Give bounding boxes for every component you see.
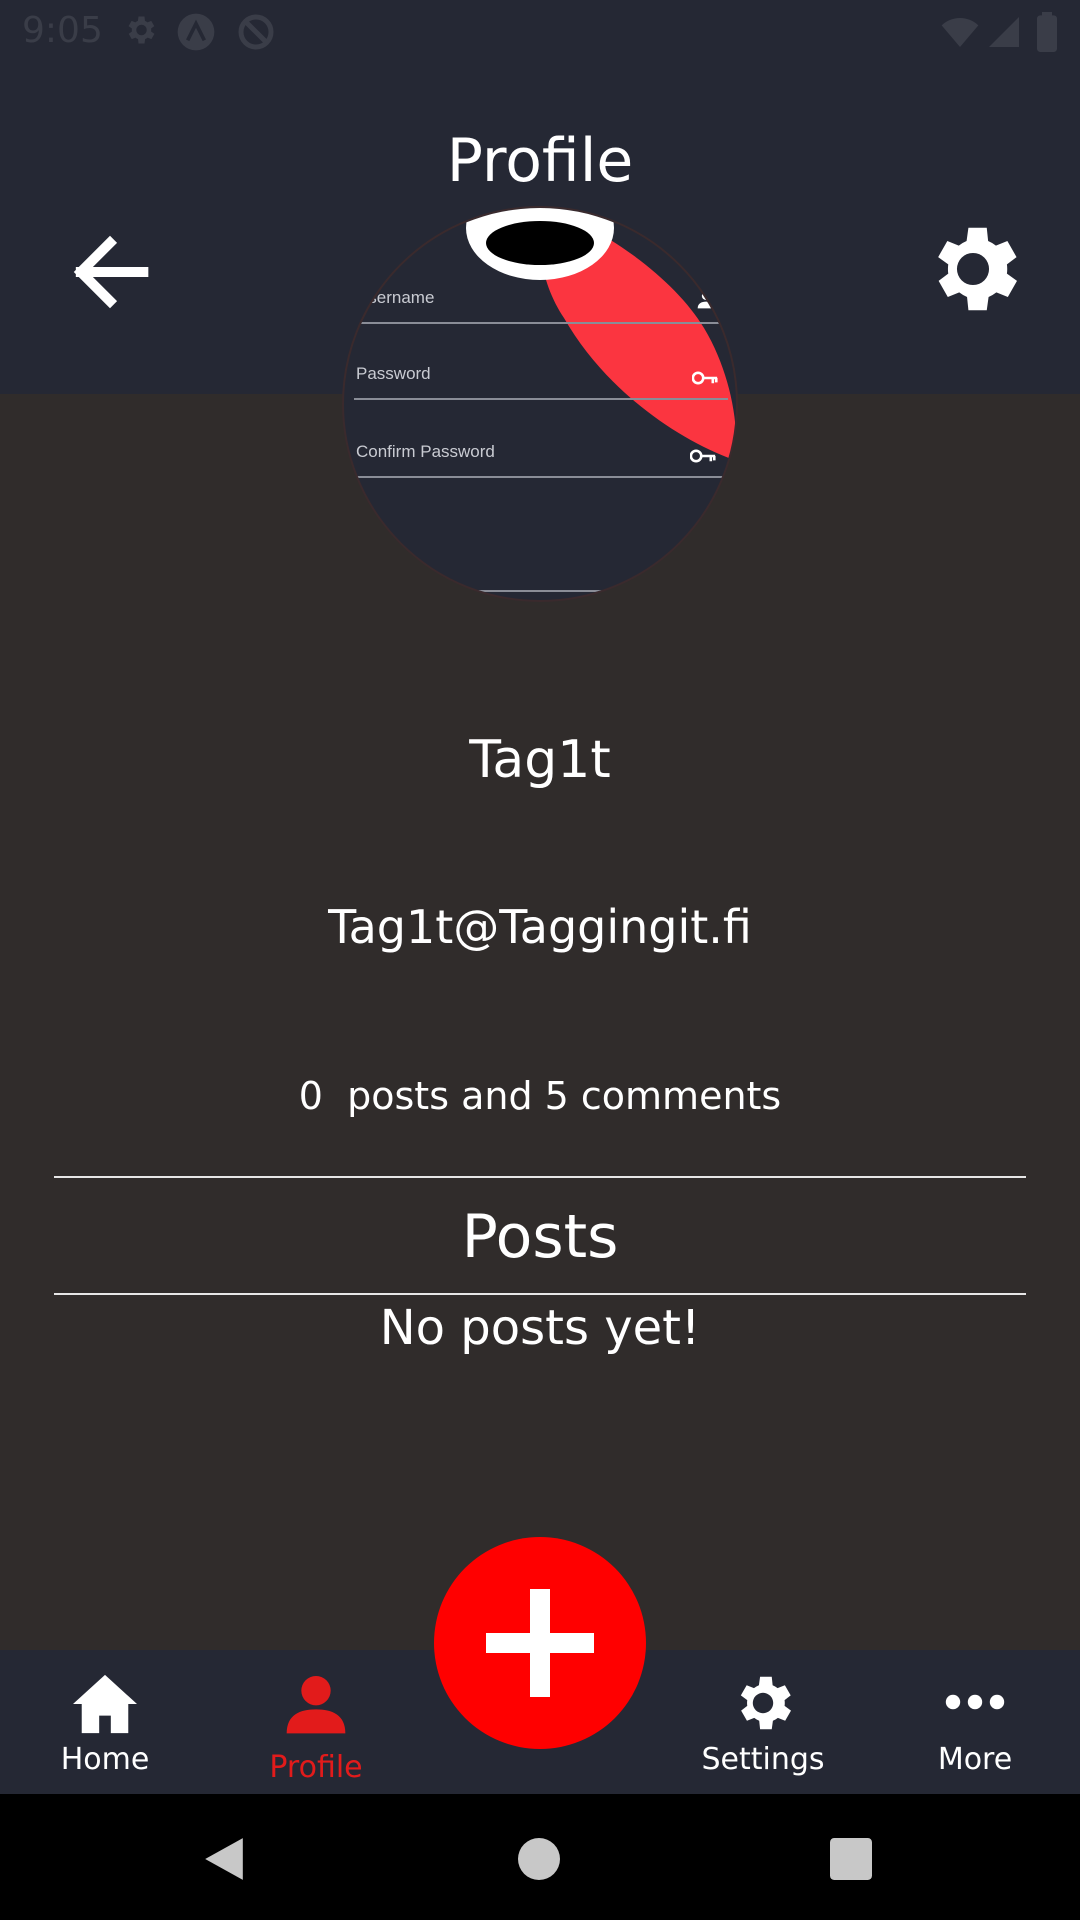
avatar-username-label: Username [356, 288, 435, 307]
profile-email: Tag1t@Taggingit.fi [328, 900, 752, 954]
page-title: Profile [446, 126, 634, 196]
recents-square-icon[interactable] [830, 1838, 872, 1880]
battery-icon [1037, 12, 1057, 52]
stats-text: posts and 5 comments [347, 1074, 782, 1118]
nav-label-more: More [937, 1742, 1013, 1777]
home-icon [73, 1674, 137, 1734]
nav-label-home: Home [60, 1742, 150, 1777]
posts-count: 0 [298, 1074, 323, 1118]
nav-item-home[interactable]: Home [15, 1650, 195, 1794]
arrow-left-icon[interactable] [60, 222, 160, 322]
system-navigation-bar [0, 1794, 1080, 1920]
person-icon [286, 1676, 346, 1734]
settings-icon [128, 16, 155, 44]
add-post-button[interactable] [434, 1537, 646, 1749]
posts-heading: Posts [461, 1202, 619, 1272]
avatar-password-label: Password [356, 364, 431, 383]
status-time: 9:05 [22, 10, 103, 51]
home-circle-icon[interactable] [518, 1838, 560, 1880]
person-icon [697, 291, 715, 309]
gear-icon [740, 1676, 791, 1730]
nav-label-settings: Settings [701, 1742, 825, 1777]
signal-icon [989, 17, 1019, 47]
more-horizontal-icon [945, 1694, 1005, 1710]
divider-top [54, 1176, 1026, 1178]
key-icon [690, 449, 716, 463]
profile-stats: 0 posts and 5 comments [0, 1074, 1080, 1118]
nav-label-profile: Profile [269, 1750, 363, 1785]
avatar-artwork-image [466, 208, 736, 460]
key-icon [692, 371, 718, 385]
profile-username: Tag1t [469, 730, 611, 790]
status-bar: 9:05 [0, 0, 1080, 64]
gear-icon[interactable] [918, 214, 1028, 324]
profile-avatar[interactable]: Username Password Confirm Password [342, 206, 738, 602]
nav-item-settings[interactable]: Settings [673, 1650, 853, 1794]
app-a-icon [177, 13, 215, 51]
divider-bottom [54, 1293, 1026, 1295]
wifi-icon [941, 18, 979, 47]
nav-item-profile[interactable]: Profile [226, 1650, 406, 1794]
avatar-confirm-password-label: Confirm Password [356, 442, 495, 461]
sync-blocked-icon [238, 14, 274, 50]
empty-posts-message: No posts yet! [379, 1300, 701, 1356]
back-triangle-icon[interactable] [202, 1836, 246, 1882]
nav-item-more[interactable]: More [885, 1650, 1065, 1794]
